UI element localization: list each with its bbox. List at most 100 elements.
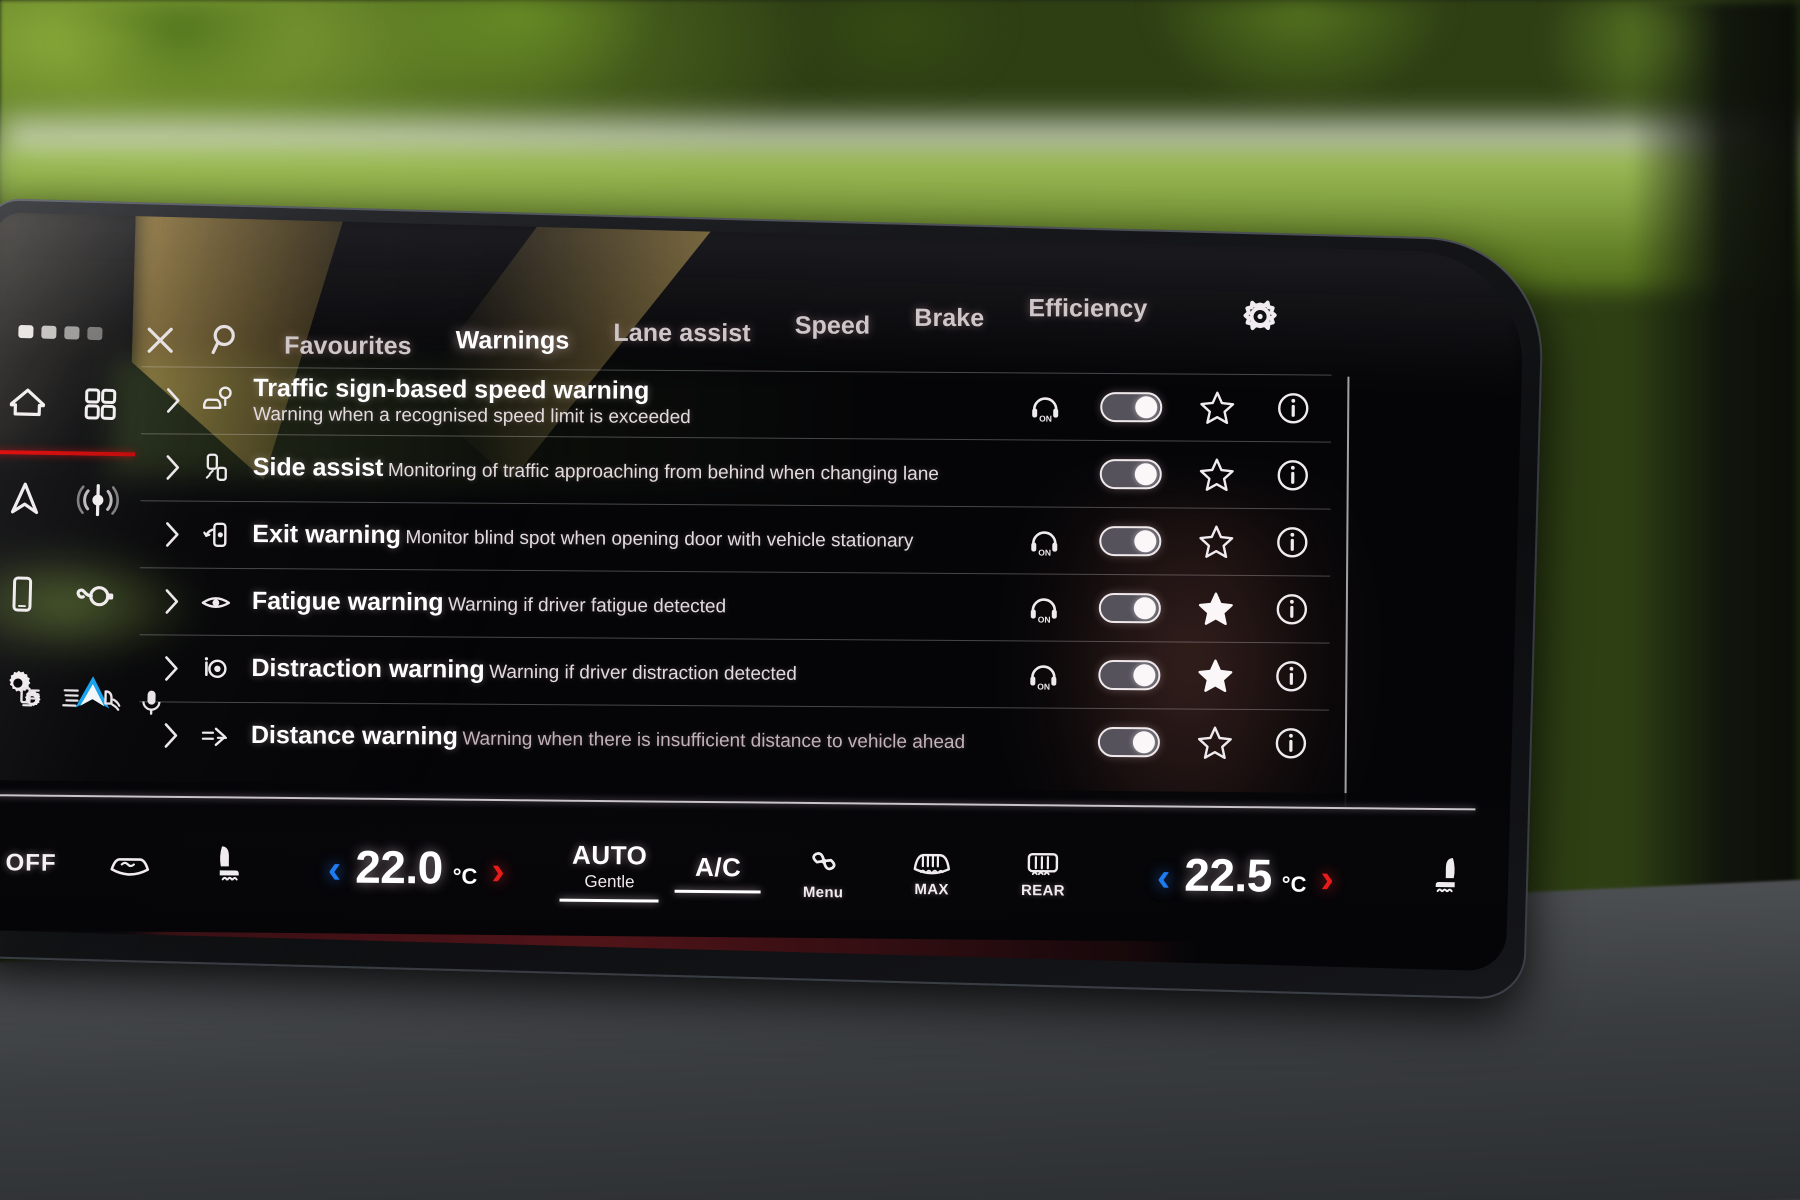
svg-text:ON: ON	[1038, 615, 1051, 625]
enable-toggle[interactable]	[1083, 391, 1179, 423]
ac-button[interactable]: A/C	[667, 847, 769, 894]
list-row[interactable]: Distraction warning Warning if driver di…	[139, 634, 1330, 710]
headrest-airflow-icon[interactable]	[96, 685, 127, 716]
enable-toggle[interactable]	[1082, 525, 1178, 557]
rail-edge-icon[interactable]	[0, 682, 7, 713]
info-icon[interactable]	[1255, 390, 1331, 427]
phone-icon[interactable]	[0, 569, 46, 618]
sound-slot-empty	[1007, 473, 1083, 474]
distraction-eye-icon	[191, 652, 239, 686]
sound-on-icon[interactable]: ON	[1005, 657, 1081, 692]
airflow-lines-icon[interactable]	[56, 684, 87, 715]
microphone-icon[interactable]	[136, 686, 167, 717]
list-row[interactable]: Side assist Monitoring of traffic approa…	[140, 433, 1332, 509]
passenger-seat-heating-button[interactable]	[1390, 854, 1507, 901]
info-icon[interactable]	[1253, 725, 1329, 762]
tab-favourites[interactable]: Favourites	[262, 332, 434, 366]
toggle-switch-on	[1097, 726, 1161, 758]
list-row[interactable]: Exit warning Monitor blind spot when ope…	[140, 500, 1331, 576]
charging-plug-icon[interactable]	[70, 571, 119, 620]
info-icon[interactable]	[1254, 524, 1330, 561]
passenger-temperature-control[interactable]: ‹ 22.5 °C ›	[1100, 847, 1391, 904]
favourite-star-outline-icon[interactable]	[1179, 389, 1255, 428]
chevron-right-icon[interactable]	[152, 585, 192, 617]
max-defrost-button[interactable]: MAX	[877, 846, 986, 898]
tab-lane-assist[interactable]: Lane assist	[591, 319, 772, 353]
auto-label: AUTO	[571, 839, 648, 871]
tab-list: Favourites Warnings Lane assist Speed Br…	[262, 294, 1169, 366]
sound-slot-empty	[1005, 741, 1081, 742]
tab-efficiency[interactable]: Efficiency	[1006, 294, 1169, 328]
favourite-star-outline-icon[interactable]	[1178, 523, 1254, 562]
seat-adjust-icon[interactable]	[16, 683, 47, 714]
distance-warning-icon	[191, 719, 239, 753]
temp-increase-chevron[interactable]: ›	[1320, 857, 1334, 901]
tab-brake[interactable]: Brake	[892, 304, 1006, 337]
row-controls: ON	[1006, 588, 1330, 628]
chevron-right-icon[interactable]	[151, 719, 191, 751]
toggle-switch-on	[1098, 659, 1161, 691]
favourite-star-outline-icon[interactable]	[1179, 456, 1255, 495]
row-controls	[1005, 722, 1329, 762]
row-text-block: Fatigue warning Warning if driver fatigu…	[240, 587, 1006, 621]
list-row[interactable]: Distance warning Warning when there is i…	[138, 701, 1330, 777]
toggle-switch-on	[1098, 592, 1161, 624]
favourite-star-outline-icon[interactable]	[1177, 724, 1253, 763]
row-controls: ON	[1006, 521, 1330, 561]
radio-icon[interactable]	[73, 475, 122, 524]
auto-active-underline	[559, 898, 659, 903]
temp-decrease-chevron[interactable]: ‹	[328, 847, 342, 891]
row-subtitle: Warning if driver distraction detected	[489, 661, 797, 685]
row-controls: ON	[1005, 655, 1329, 695]
sound-on-icon[interactable]: ON	[1006, 523, 1082, 558]
gear-icon[interactable]	[1234, 290, 1286, 342]
favourite-star-filled-icon[interactable]	[1177, 657, 1253, 696]
enable-toggle[interactable]	[1083, 458, 1179, 490]
rail-bottom-icon-row	[0, 682, 167, 717]
list-scroll-indicator[interactable]	[1344, 376, 1350, 807]
info-icon[interactable]	[1254, 591, 1330, 628]
page-dot	[18, 324, 34, 339]
chevron-right-icon[interactable]	[151, 652, 191, 684]
tab-warnings[interactable]: Warnings	[434, 326, 592, 360]
rear-defrost-button[interactable]: REAR	[986, 847, 1101, 899]
fan-menu-button[interactable]: Menu	[769, 841, 878, 901]
list-row[interactable]: Fatigue warning Warning if driver fatigu…	[139, 567, 1331, 643]
close-icon[interactable]	[138, 318, 182, 362]
home-icon[interactable]	[2, 378, 51, 427]
ac-active-underline	[675, 889, 761, 894]
chevron-right-icon[interactable]	[153, 451, 193, 483]
apps-grid-icon[interactable]	[75, 380, 124, 429]
row-controls	[1007, 454, 1331, 494]
favourite-star-filled-icon[interactable]	[1178, 590, 1254, 629]
tab-speed[interactable]: Speed	[773, 311, 893, 344]
row-title: Exit warning	[252, 520, 402, 550]
chevron-right-icon[interactable]	[152, 518, 192, 550]
row-subtitle: Monitor blind spot when opening door wit…	[405, 527, 914, 552]
driver-temperature-control[interactable]: ‹ 22.0 °C ›	[281, 839, 553, 896]
auto-climate-button[interactable]: AUTO Gentle	[552, 836, 668, 903]
front-defrost-button[interactable]	[85, 847, 174, 882]
info-icon[interactable]	[1253, 658, 1329, 695]
page-dot	[87, 326, 103, 341]
row-text-block: Side assist Monitoring of traffic approa…	[241, 453, 1007, 487]
temp-increase-chevron[interactable]: ›	[491, 849, 505, 893]
info-icon[interactable]	[1255, 457, 1331, 494]
row-title: Fatigue warning	[251, 587, 444, 617]
driver-seat-heating-button[interactable]	[174, 842, 281, 889]
chevron-right-icon[interactable]	[153, 384, 193, 416]
sound-on-icon[interactable]: ON	[1006, 590, 1082, 625]
passenger-temperature-value: 22.5	[1184, 848, 1273, 902]
navigation-icon[interactable]	[0, 474, 49, 523]
row-text-block: Exit warning Monitor blind spot when ope…	[240, 520, 1006, 554]
row-text-block: Distraction warning Warning if driver di…	[239, 654, 1005, 688]
enable-toggle[interactable]	[1081, 726, 1177, 758]
enable-toggle[interactable]	[1082, 592, 1178, 624]
sound-on-icon[interactable]: ON	[1007, 389, 1083, 424]
search-icon[interactable]	[200, 318, 244, 362]
toggle-switch-on	[1100, 391, 1163, 423]
temp-decrease-chevron[interactable]: ‹	[1157, 855, 1171, 899]
enable-toggle[interactable]	[1081, 659, 1177, 691]
climate-off-button[interactable]: OFF	[0, 849, 85, 878]
seat-heating-icon	[1428, 854, 1468, 900]
